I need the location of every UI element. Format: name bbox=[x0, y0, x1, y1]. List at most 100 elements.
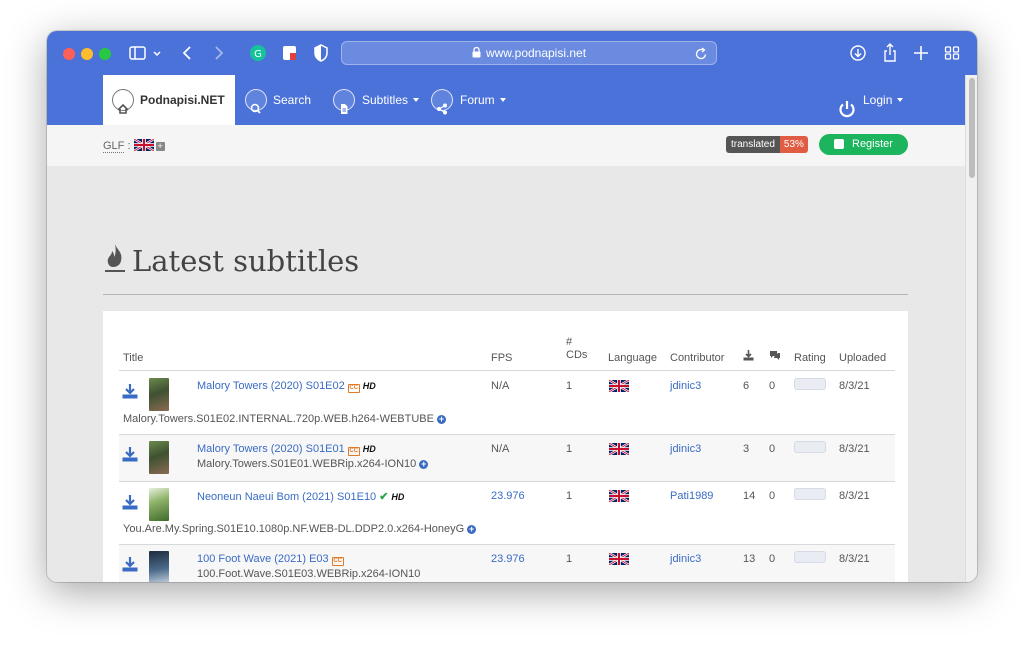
contributor-link[interactable]: Pati1989 bbox=[670, 490, 713, 502]
back-icon[interactable] bbox=[181, 43, 195, 63]
share-nodes-icon bbox=[431, 89, 453, 115]
uk-flag-icon bbox=[608, 380, 630, 392]
sidebar-icon[interactable] bbox=[129, 43, 163, 63]
uploaded-date: 8/3/21 bbox=[839, 380, 870, 392]
downloads-count: 3 bbox=[743, 443, 750, 455]
table-row: Malory Towers (2020) S01E02 CC HD Malory.T… bbox=[119, 371, 895, 434]
downloads-count: 14 bbox=[743, 490, 756, 502]
contributor-link[interactable]: jdinic3 bbox=[670, 380, 701, 392]
cds-value: 1 bbox=[566, 380, 573, 392]
subtitle-title-link[interactable]: Malory Towers (2020) S01E01 CC HD bbox=[197, 443, 376, 456]
release-name: You.Are.My.Spring.S01E10.1080p.NF.WEB-DL… bbox=[123, 523, 477, 535]
new-tab-icon[interactable] bbox=[913, 43, 929, 63]
rating-bar[interactable] bbox=[794, 441, 826, 453]
downloads-count: 13 bbox=[743, 553, 756, 565]
uploaded-date: 8/3/21 bbox=[839, 490, 870, 502]
expand-releases-icon[interactable]: + bbox=[467, 525, 477, 534]
address-bar[interactable]: www.podnapisi.net bbox=[341, 41, 717, 65]
shield-icon[interactable] bbox=[313, 43, 329, 63]
scrollbar-thumb[interactable] bbox=[969, 78, 975, 178]
translated-percent: 53% bbox=[779, 136, 808, 153]
page-heading-text: Latest subtitles bbox=[132, 244, 360, 278]
page-title: Latest subtitles bbox=[103, 242, 359, 281]
cc-badge-icon: CC bbox=[331, 557, 344, 566]
page-scrollbar[interactable] bbox=[965, 75, 977, 582]
cc-badge-icon: CC bbox=[347, 447, 360, 456]
download-icon[interactable] bbox=[122, 447, 138, 462]
expand-releases-icon[interactable]: + bbox=[419, 460, 429, 469]
comments-count: 0 bbox=[769, 553, 776, 565]
nav-login[interactable]: Login bbox=[837, 75, 907, 125]
col-downloads-icon bbox=[743, 350, 754, 364]
release-name: 100.Foot.Wave.S01E03.WEBRip.x264-ION10 bbox=[197, 568, 421, 580]
cc-badge-icon: CC bbox=[347, 384, 360, 393]
register-button[interactable]: Register bbox=[819, 134, 908, 155]
col-language: Language bbox=[608, 352, 657, 364]
poster-thumbnail[interactable] bbox=[149, 378, 169, 411]
close-window-button[interactable] bbox=[63, 48, 75, 60]
rating-bar[interactable] bbox=[794, 378, 826, 390]
share-icon[interactable] bbox=[881, 43, 899, 63]
home-icon bbox=[112, 89, 134, 114]
url-text: www.podnapisi.net bbox=[485, 46, 587, 60]
nav-forum[interactable]: Forum bbox=[431, 75, 511, 125]
cds-value: 1 bbox=[566, 443, 573, 455]
site-navbar: Podnapisi.NET Search Subtitles Forum Log bbox=[47, 75, 965, 125]
col-rating: Rating bbox=[794, 352, 826, 364]
poster-thumbnail[interactable] bbox=[149, 441, 169, 474]
col-contributor: Contributor bbox=[670, 352, 725, 364]
nav-search[interactable]: Search bbox=[245, 75, 315, 125]
grammarly-icon[interactable]: G bbox=[249, 43, 267, 63]
forward-icon[interactable] bbox=[211, 43, 225, 63]
translated-badge[interactable]: translated 53% bbox=[726, 136, 808, 153]
hd-badge: HD bbox=[391, 492, 405, 502]
poster-thumbnail[interactable] bbox=[149, 551, 169, 582]
rating-bar[interactable] bbox=[794, 488, 826, 500]
lock-icon bbox=[472, 43, 481, 65]
download-icon[interactable] bbox=[122, 557, 138, 572]
glf-language-filter[interactable]: GLF : + bbox=[103, 139, 165, 153]
translated-label: translated bbox=[726, 136, 780, 153]
zoom-window-button[interactable] bbox=[99, 48, 111, 60]
document-icon bbox=[333, 89, 355, 114]
cds-value: 1 bbox=[566, 553, 573, 565]
glf-colon: : bbox=[127, 140, 131, 152]
heading-divider bbox=[103, 294, 908, 295]
register-label: Register bbox=[852, 138, 893, 150]
poster-thumbnail[interactable] bbox=[149, 488, 169, 521]
contributor-link[interactable]: jdinic3 bbox=[670, 443, 701, 455]
verified-check-icon: ✔ bbox=[379, 491, 389, 503]
rating-bar[interactable] bbox=[794, 551, 826, 563]
nav-subtitles[interactable]: Subtitles bbox=[333, 75, 423, 125]
uk-flag-icon bbox=[608, 490, 630, 502]
fps-value[interactable]: 23.976 bbox=[491, 490, 525, 502]
extension-icon[interactable] bbox=[281, 43, 299, 63]
comments-count: 0 bbox=[769, 490, 776, 502]
subtitle-title-link[interactable]: 100 Foot Wave (2021) E03 CC bbox=[197, 553, 344, 566]
table-row: 100 Foot Wave (2021) E03 CC 100.Foot.Wave… bbox=[119, 545, 895, 582]
main-content: Latest subtitles Title FPS # CDs Language… bbox=[47, 166, 965, 582]
expand-releases-icon[interactable]: + bbox=[436, 415, 446, 424]
nav-subtitles-label: Subtitles bbox=[362, 75, 420, 125]
fps-value[interactable]: 23.976 bbox=[491, 553, 525, 565]
reload-icon[interactable] bbox=[695, 46, 708, 68]
add-language-icon[interactable]: + bbox=[155, 142, 165, 151]
downloads-icon[interactable] bbox=[849, 43, 867, 63]
download-icon[interactable] bbox=[122, 495, 138, 510]
browser-toolbar: G www.podnapisi.net bbox=[47, 31, 977, 75]
subtitles-panel: Title FPS # CDs Language Contributor Rati… bbox=[103, 311, 908, 582]
download-icon[interactable] bbox=[122, 384, 138, 399]
release-name: Malory.Towers.S01E01.WEBRip.x264-ION10 + bbox=[197, 458, 429, 470]
search-icon bbox=[245, 89, 267, 114]
tab-overview-icon[interactable] bbox=[944, 43, 960, 63]
comments-icon bbox=[769, 350, 781, 364]
subtitle-title-link[interactable]: Malory Towers (2020) S01E02 CC HD bbox=[197, 380, 376, 393]
subtitle-title-link[interactable]: Neoneun Naeui Bom (2021) S01E10 ✔ HD bbox=[197, 490, 404, 503]
contributor-link[interactable]: jdinic3 bbox=[670, 553, 701, 565]
nav-search-label: Search bbox=[273, 93, 312, 107]
brand-link[interactable]: Podnapisi.NET bbox=[103, 75, 235, 125]
col-uploaded: Uploaded bbox=[839, 352, 887, 364]
browser-window: G www.podnapisi.net Podnapisi.NET Search… bbox=[47, 31, 977, 582]
col-cds: # CDs bbox=[566, 336, 588, 361]
minimize-window-button[interactable] bbox=[81, 48, 93, 60]
